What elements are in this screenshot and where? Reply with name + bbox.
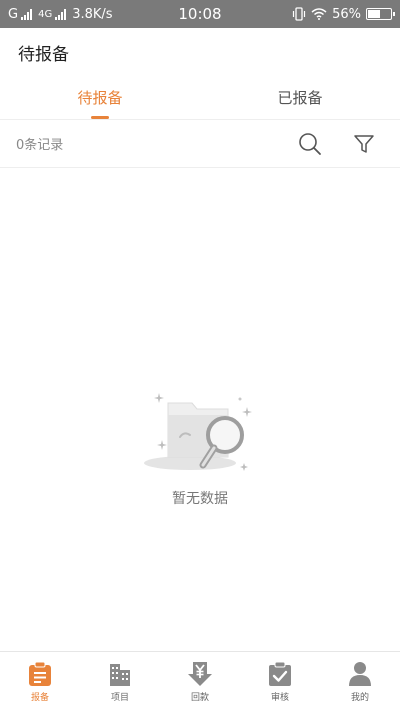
- empty-state: 暂无数据: [0, 385, 400, 508]
- filter-icon: [354, 134, 374, 153]
- tab-bar: 待报备 已报备: [0, 76, 400, 120]
- nav-label-review: 审核: [270, 692, 289, 703]
- check-clipboard-icon: [269, 661, 291, 686]
- nav-item-report[interactable]: 报备: [0, 652, 80, 711]
- nav-label-payment: 回款: [190, 692, 209, 703]
- tab-pending-label: 待报备: [77, 89, 123, 107]
- empty-text: 暂无数据: [172, 491, 228, 507]
- active-tab-indicator: [91, 116, 109, 119]
- record-count: 0条记录: [16, 138, 64, 153]
- tab-reported-label: 已报备: [277, 89, 323, 107]
- signal-icon-2: [55, 8, 67, 20]
- user-icon: [349, 661, 371, 686]
- tab-reported[interactable]: 已报备: [200, 76, 400, 119]
- empty-folder-magnifier-icon: [144, 393, 252, 471]
- report-clipboard-icon: [29, 661, 51, 686]
- nav-label-me: 我的: [350, 692, 369, 703]
- title-bar: 待报备: [0, 28, 400, 76]
- filter-bar: 0条记录: [0, 120, 400, 168]
- nav-item-review[interactable]: 审核: [240, 652, 320, 711]
- battery-percent: 56%: [332, 6, 361, 22]
- status-bar: G 4G 3.8K/s 10:08 56%: [0, 0, 400, 28]
- page-title: 待报备: [18, 44, 69, 65]
- wifi-icon: [311, 8, 327, 20]
- network-label: 4G: [38, 8, 53, 20]
- nav-item-project[interactable]: 项目: [80, 652, 160, 711]
- search-icon: [299, 132, 321, 155]
- yuan-download-icon: [188, 661, 212, 686]
- nav-item-me[interactable]: 我的: [320, 652, 400, 711]
- filter-button[interactable]: [344, 124, 384, 164]
- battery-icon: [366, 8, 395, 20]
- search-button[interactable]: [290, 124, 330, 164]
- carrier-label: G: [8, 6, 19, 22]
- building-icon: [110, 663, 130, 686]
- signal-icon: [21, 8, 33, 20]
- nav-item-payment[interactable]: 回款: [160, 652, 240, 711]
- bottom-nav: 报备 项目 回款 审核 我的: [0, 651, 400, 711]
- network-speed: 3.8K/s: [72, 6, 113, 22]
- tab-pending[interactable]: 待报备: [0, 76, 200, 119]
- vibrate-icon: [292, 7, 306, 21]
- nav-label-project: 项目: [110, 692, 129, 703]
- nav-label-report: 报备: [30, 692, 49, 703]
